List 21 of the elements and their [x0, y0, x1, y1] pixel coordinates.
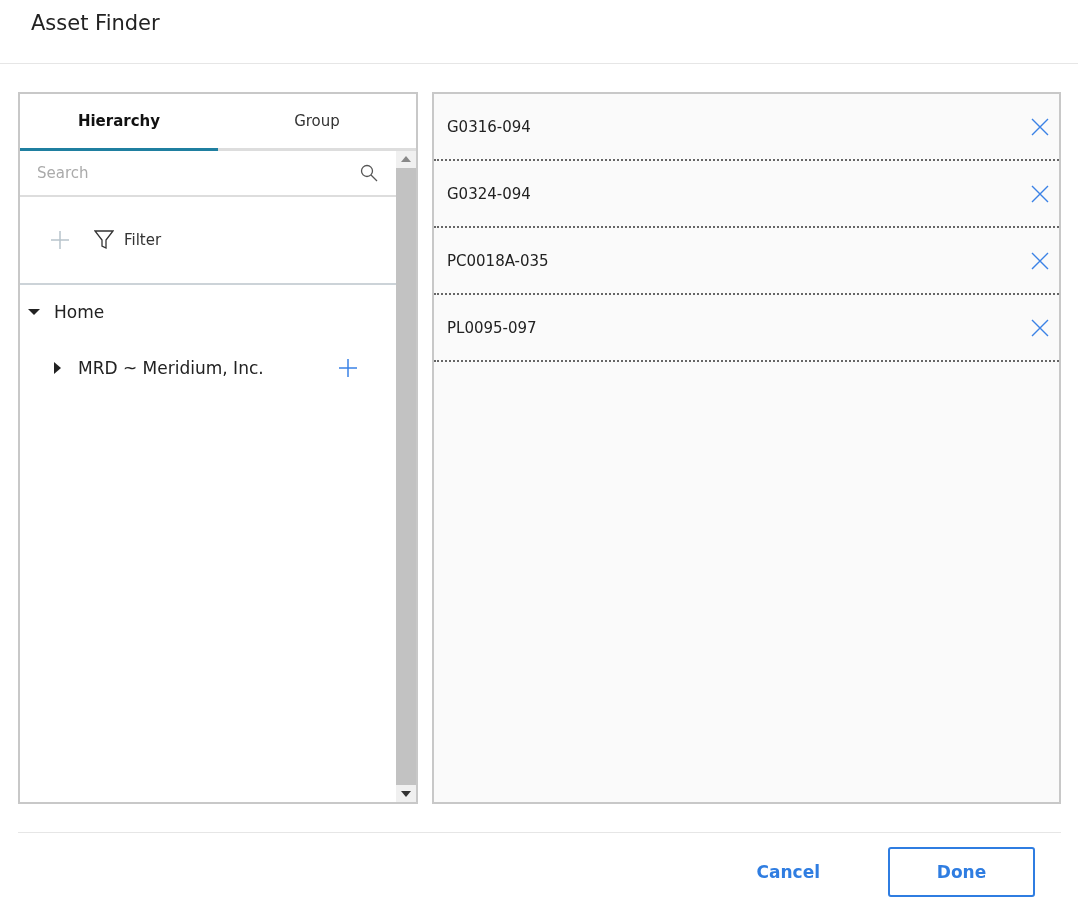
cancel-button[interactable]: Cancel — [750, 861, 826, 883]
asset-name: G0324-094 — [447, 184, 531, 203]
scroll-up-arrow-icon[interactable] — [401, 155, 411, 163]
close-icon[interactable] — [1031, 184, 1049, 203]
filter-icon — [94, 230, 114, 250]
asset-name: PL0095-097 — [447, 318, 537, 337]
plus-icon[interactable] — [338, 358, 358, 378]
close-icon[interactable] — [1031, 117, 1049, 136]
scrollbar[interactable] — [396, 151, 416, 802]
filter-button[interactable]: Filter — [94, 230, 162, 250]
done-button[interactable]: Done — [888, 847, 1035, 897]
dialog-title: Asset Finder — [31, 10, 160, 35]
close-icon[interactable] — [1031, 251, 1049, 270]
asset-name: G0316-094 — [447, 117, 531, 136]
caret-icon[interactable] — [28, 306, 40, 318]
tree-item[interactable]: Home — [54, 302, 105, 322]
asset-name: PC0018A-035 — [447, 251, 549, 270]
tree-item[interactable]: MRD ~ Meridium, Inc. — [78, 358, 264, 378]
search-icon[interactable] — [360, 164, 378, 182]
scroll-down-arrow-icon[interactable] — [401, 790, 411, 798]
close-icon[interactable] — [1031, 318, 1049, 337]
